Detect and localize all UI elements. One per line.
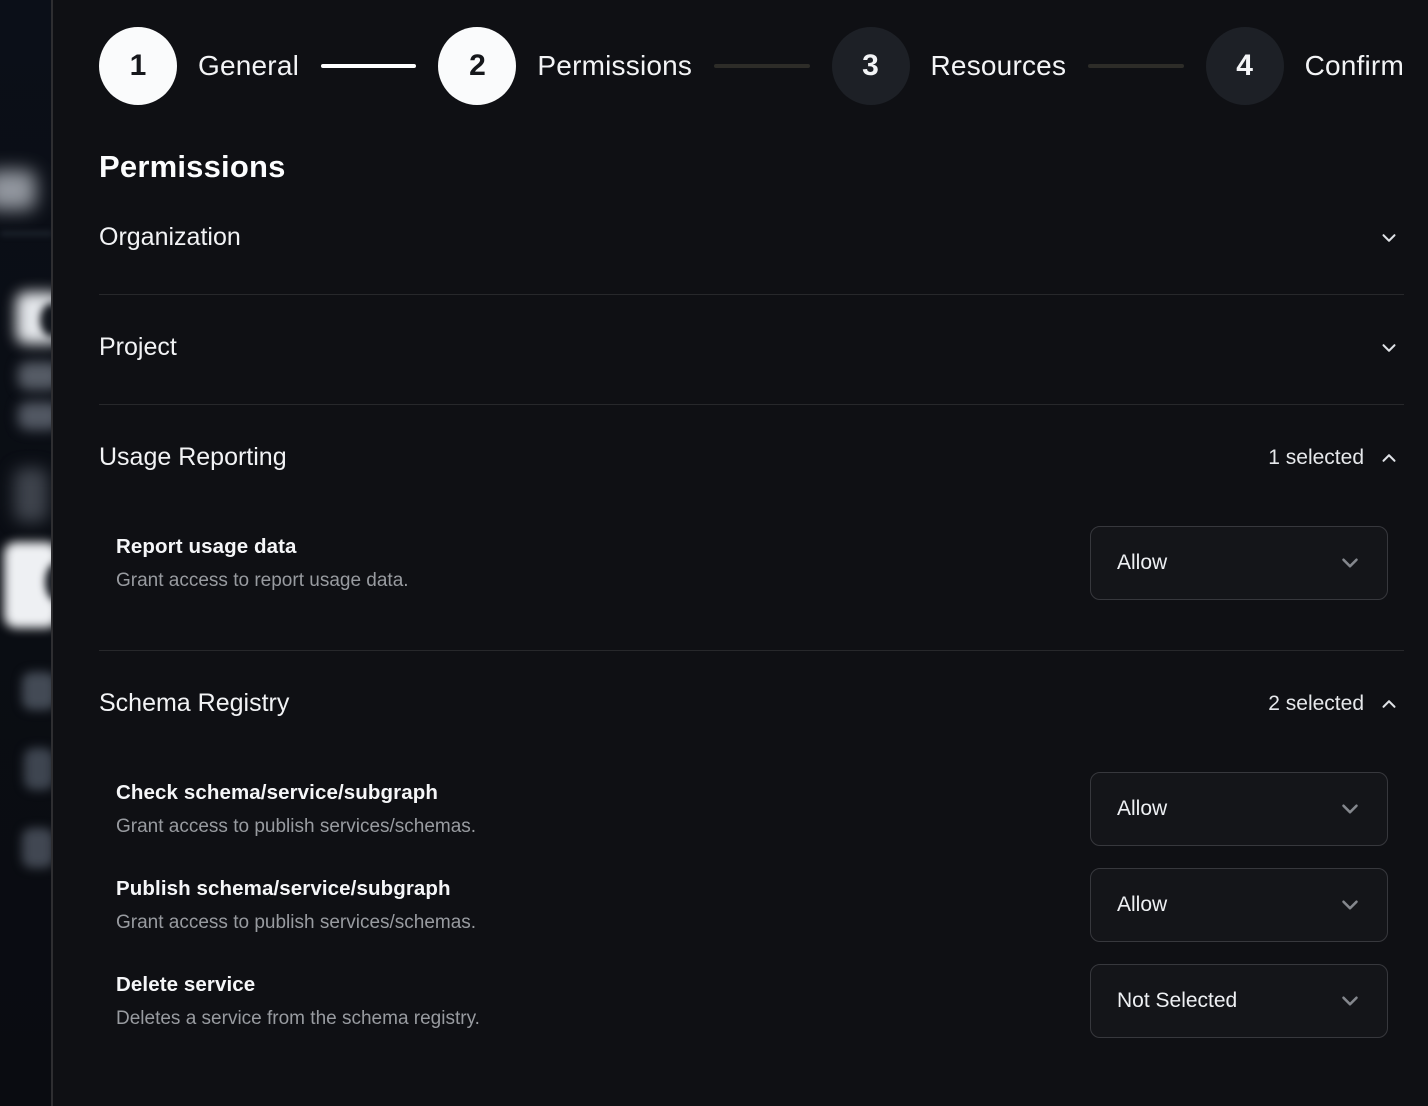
step-confirm[interactable]: 4 Confirm [1206,27,1404,105]
blurred-sidebar-text [18,362,53,390]
permission-select-report-usage-data[interactable]: Allow [1090,526,1388,600]
step-2-label: Permissions [537,50,692,82]
section-title: Organization [99,223,241,252]
permission-row-report-usage-data: Report usage data Grant access to report… [116,526,1404,600]
blurred-sidebar [0,0,53,1106]
blurred-sidebar-item [0,170,36,210]
blurred-sidebar-divider [0,231,53,236]
select-value: Allow [1117,797,1167,821]
page-title: Permissions [99,149,1404,185]
step-permissions[interactable]: 2 Permissions [438,27,692,105]
permission-select-delete-service[interactable]: Not Selected [1090,964,1388,1038]
step-3-circle: 3 [832,27,910,105]
chevron-down-icon [1378,337,1400,359]
chevron-up-icon [1378,447,1400,469]
step-connector-todo [714,64,809,68]
permission-row-check-schema: Check schema/service/subgraph Grant acce… [116,772,1404,846]
step-connector-todo [1088,64,1183,68]
permission-select-check-schema[interactable]: Allow [1090,772,1388,846]
permission-title: Publish schema/service/subgraph [116,877,476,901]
permission-items: Report usage data Grant access to report… [99,514,1404,650]
step-general[interactable]: 1 General [99,27,299,105]
blurred-sidebar-text [22,828,53,868]
blurred-sidebar-text [22,672,53,710]
step-connector-done [321,64,416,68]
permission-text: Publish schema/service/subgraph Grant ac… [116,877,476,934]
permission-text: Report usage data Grant access to report… [116,535,409,592]
permission-text: Delete service Deletes a service from th… [116,973,480,1030]
chevron-down-icon [1337,988,1363,1014]
blurred-sidebar-text [18,402,53,430]
permission-row-publish-schema: Publish schema/service/subgraph Grant ac… [116,868,1404,942]
permission-row-delete-service: Delete service Deletes a service from th… [116,964,1404,1038]
blurred-sidebar-box [14,468,48,522]
permission-title: Check schema/service/subgraph [116,781,476,805]
chevron-down-icon [1337,550,1363,576]
step-4-circle: 4 [1206,27,1284,105]
section-title: Project [99,333,177,362]
step-1-label: General [198,50,299,82]
permission-description: Deletes a service from the schema regist… [116,1008,480,1030]
step-3-label: Resources [931,50,1067,82]
chevron-down-icon [1378,227,1400,249]
section-title: Schema Registry [99,689,289,718]
create-token-wizard-panel: 1 General 2 Permissions 3 Resources 4 Co… [53,0,1428,1106]
blurred-sidebar-text [24,748,53,790]
section-header-schema-registry[interactable]: Schema Registry 2 selected [99,651,1404,760]
wizard-stepper: 1 General 2 Permissions 3 Resources 4 Co… [99,27,1404,105]
permission-text: Check schema/service/subgraph Grant acce… [116,781,476,838]
chevron-up-icon [1378,693,1400,715]
permission-description: Grant access to publish services/schemas… [116,816,476,838]
section-header-organization[interactable]: Organization [99,185,1404,294]
permission-description: Grant access to publish services/schemas… [116,912,476,934]
section-title: Usage Reporting [99,443,287,472]
permission-description: Grant access to report usage data. [116,570,409,592]
select-value: Not Selected [1117,989,1237,1013]
section-header-project[interactable]: Project [99,295,1404,404]
permission-title: Report usage data [116,535,409,559]
chevron-down-icon [1337,892,1363,918]
step-1-circle: 1 [99,27,177,105]
select-value: Allow [1117,893,1167,917]
wizard-window: 1 General 2 Permissions 3 Resources 4 Co… [0,0,1428,1106]
selected-count-badge: 2 selected [1268,692,1364,716]
select-value: Allow [1117,551,1167,575]
permission-title: Delete service [116,973,480,997]
chevron-down-icon [1337,796,1363,822]
step-4-label: Confirm [1305,50,1404,82]
permission-select-publish-schema[interactable]: Allow [1090,868,1388,942]
section-header-usage-reporting[interactable]: Usage Reporting 1 selected [99,405,1404,514]
step-2-circle: 2 [438,27,516,105]
step-resources[interactable]: 3 Resources [832,27,1067,105]
selected-count-badge: 1 selected [1268,446,1364,470]
permission-items: Check schema/service/subgraph Grant acce… [99,760,1404,1088]
